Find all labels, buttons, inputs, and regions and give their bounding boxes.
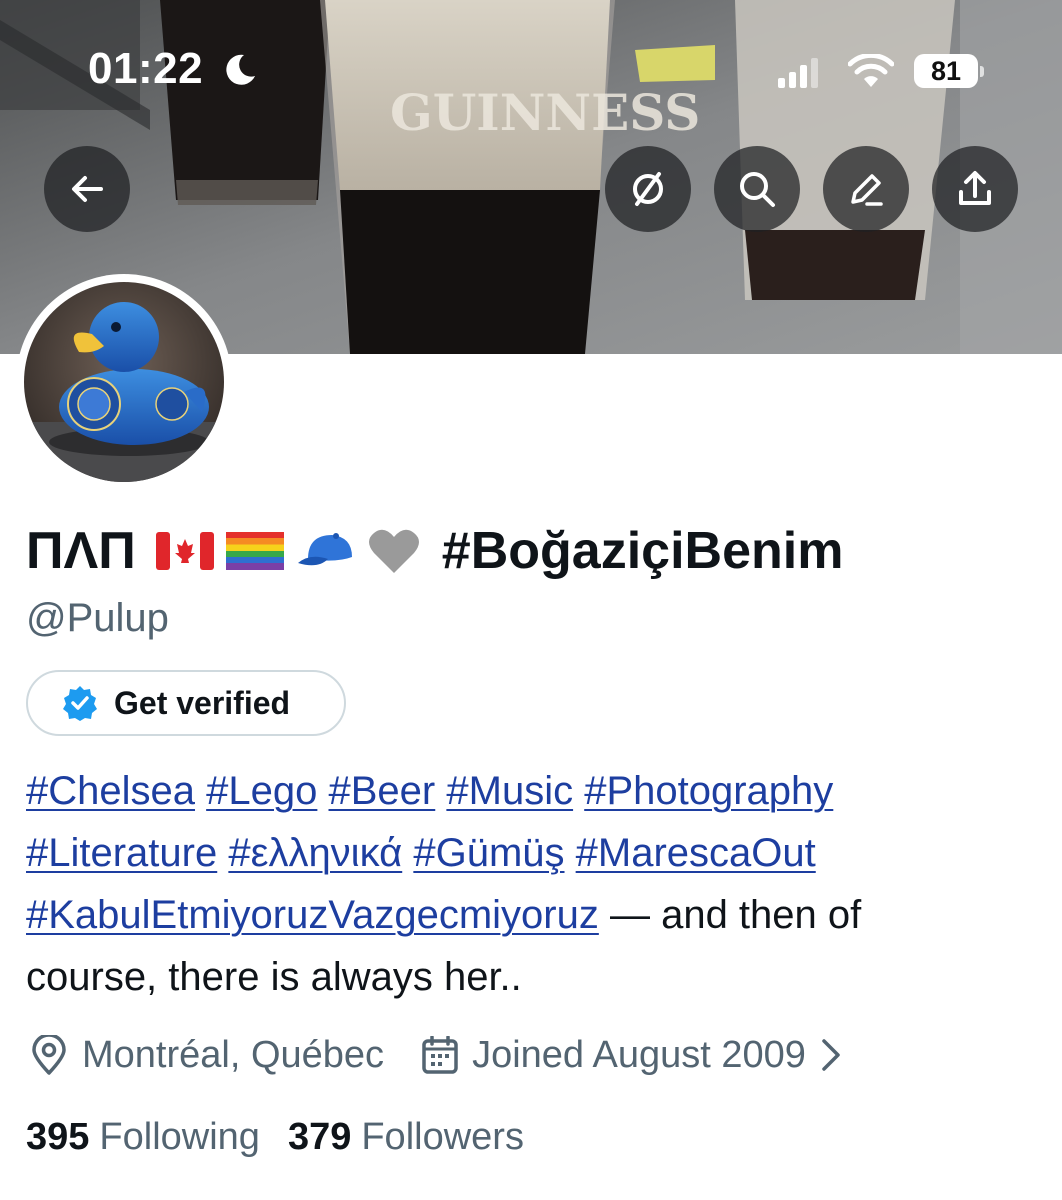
verified-badge-icon [63,686,97,721]
profile-bio: #Chelsea #Lego #Beer #Music #Photography… [26,760,1036,1008]
share-button[interactable] [932,146,1018,232]
edit-button[interactable] [823,146,909,232]
hashtag-link[interactable]: #Gümüş [413,831,564,875]
avatar[interactable] [16,274,232,490]
share-icon [959,171,991,205]
hashtag-link[interactable]: #ελληνικά [228,831,402,875]
search-button[interactable] [714,146,800,232]
location-text: Montréal, Québec [82,1033,385,1076]
status-time: 01:22 [88,44,204,93]
back-button[interactable] [44,146,130,232]
display-name: ΠΛΠ #BoğaziçiBenim [26,516,843,586]
calendar-icon [422,1036,458,1074]
following-link[interactable]: 395 Following [26,1116,260,1159]
hashtag-link[interactable]: #Photography [584,769,833,813]
profile-meta: Montréal, Québec Joined August 2009 [30,1028,856,1082]
bio-text-line: course, there is always her.. [26,955,522,999]
get-verified-button[interactable]: Get verified [26,670,346,736]
edit-icon [851,174,883,206]
grok-icon [633,172,663,206]
chevron-right-icon [822,1039,840,1071]
following-count: 395 [26,1115,90,1158]
hashtag-link[interactable]: #KabulEtmiyoruzVazgecmiyoruz [26,893,599,937]
display-name-text: ΠΛΠ [26,522,136,580]
signal-icon [778,58,818,88]
hashtag-link[interactable]: #Chelsea [26,769,195,813]
followers-count: 379 [287,1115,352,1158]
hashtag-link[interactable]: #Lego [206,769,317,813]
blue-cap-icon [297,533,352,566]
highlighted-hashtag-link[interactable]: #MarescaOut [576,831,816,875]
get-verified-label: Get verified [114,684,291,721]
bio-text: — and then of [598,893,862,937]
profile-handle: @Pulup [26,596,169,640]
grey-heart-icon [368,529,419,573]
display-name-hashtag: #BoğaziçiBenim [441,522,844,580]
moon-icon [226,54,255,85]
joined-text: Joined August 2009 [472,1033,806,1076]
canada-flag-icon [155,532,214,570]
rainbow-flag-icon [225,532,284,570]
battery-level: 81 [930,56,962,86]
status-bar: 01:22 81 [0,0,1062,140]
joined-date[interactable]: Joined August 2009 [422,1034,856,1077]
wifi-icon [848,54,894,87]
follow-stats: 395 Following 379 Followers [26,1112,524,1162]
search-icon [740,172,775,207]
back-arrow-icon [72,176,103,202]
followers-label: Followers [361,1115,524,1158]
hashtag-link[interactable]: #Literature [26,831,217,875]
hashtag-link[interactable]: #Music [446,769,573,813]
location-pin-icon [32,1035,66,1075]
avatar-duck-image [24,282,224,482]
grok-button[interactable] [605,146,691,232]
location: Montréal, Québec [30,1034,384,1077]
battery-icon: 81 [914,54,984,90]
hashtag-link[interactable]: #Beer [329,769,436,813]
followers-link[interactable]: 379 Followers [288,1116,524,1159]
following-label: Following [99,1115,260,1158]
